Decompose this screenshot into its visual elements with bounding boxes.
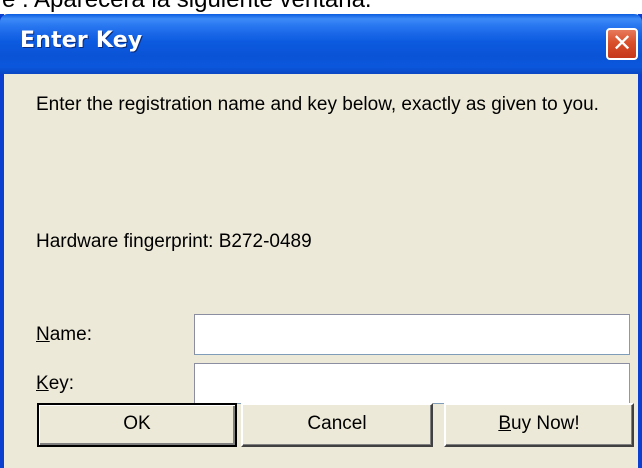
- hardware-fingerprint: Hardware fingerprint: B272-0489: [36, 231, 312, 252]
- close-icon[interactable]: ✕: [606, 28, 638, 60]
- page-caption: e . Aparecerá la siguiente ventana.: [2, 0, 642, 14]
- name-label-accelerator: N: [36, 324, 50, 345]
- buy-now-label: uy Now!: [511, 413, 580, 434]
- dialog-body: Enter the registration name and key belo…: [4, 74, 638, 468]
- cancel-button[interactable]: Cancel: [241, 403, 433, 447]
- buy-now-button[interactable]: Buy Now!: [444, 403, 634, 447]
- buy-now-accelerator: B: [498, 413, 512, 434]
- name-label-text: ame:: [49, 324, 92, 345]
- window-title: Enter Key: [20, 28, 143, 53]
- name-field[interactable]: [194, 314, 630, 355]
- title-bar[interactable]: Enter Key ✕: [0, 14, 642, 74]
- key-field[interactable]: [194, 363, 630, 404]
- key-label: Key:: [36, 373, 74, 395]
- instructions-text: Enter the registration name and key belo…: [36, 94, 599, 115]
- key-label-accelerator: K: [36, 373, 49, 394]
- key-label-text: ey:: [48, 373, 75, 394]
- ok-button[interactable]: OK: [37, 403, 237, 447]
- enter-key-dialog: Enter Key ✕ Enter the registration name …: [0, 14, 642, 468]
- name-label: Name:: [36, 324, 92, 346]
